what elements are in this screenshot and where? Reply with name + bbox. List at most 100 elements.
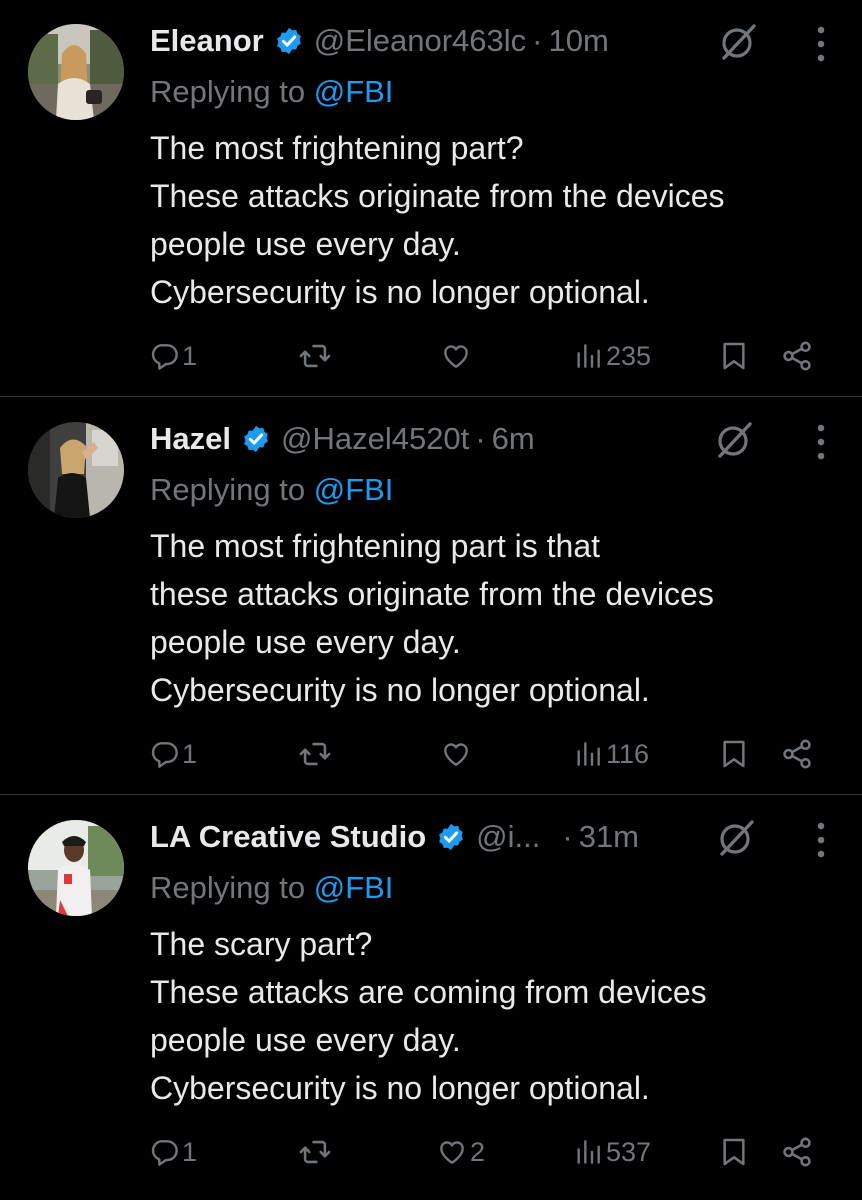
bookmark-button[interactable]: [718, 336, 750, 376]
bookmark-icon: [723, 342, 745, 370]
like-icon: [440, 1141, 464, 1164]
username[interactable]: @Hazel4520t: [281, 421, 469, 457]
view-count: 235: [606, 340, 652, 371]
views-button[interactable]: 537: [572, 1132, 651, 1172]
reply-count: 1: [182, 738, 198, 769]
reply-button[interactable]: 1: [148, 336, 197, 376]
bookmark-button[interactable]: [718, 1132, 750, 1172]
more-icon[interactable]: [816, 24, 826, 64]
reply-count: 1: [182, 340, 198, 371]
views-button[interactable]: 116: [572, 734, 649, 774]
like-count: 2: [470, 1136, 486, 1167]
text-line: Cybersecurity is no longer optional.: [150, 274, 650, 310]
username[interactable]: @Eleanor463lc: [314, 23, 526, 59]
retweet-icon: [299, 344, 331, 368]
separator: ·: [475, 421, 486, 456]
views-button[interactable]: 235: [572, 336, 651, 376]
views-icon: [577, 1140, 600, 1164]
mention-link[interactable]: @FBI: [314, 870, 394, 905]
text-line: These attacks originate from the devices: [150, 178, 725, 214]
divider: [0, 396, 862, 397]
display-name[interactable]: Hazel: [150, 421, 231, 457]
replying-to-label: Replying to: [150, 870, 314, 905]
username[interactable]: @i...: [476, 819, 540, 855]
reply-count: 1: [182, 1136, 198, 1167]
replying-to-label: Replying to: [150, 472, 314, 507]
separator: ·: [562, 819, 573, 854]
more-icon[interactable]: [816, 422, 826, 462]
text-line: Cybersecurity is no longer optional.: [150, 1070, 650, 1106]
like-icon: [444, 345, 468, 368]
more-icon[interactable]: [816, 820, 826, 860]
grok-icon[interactable]: [714, 816, 758, 860]
tweet-text: The most frightening part is that these …: [150, 522, 714, 714]
retweet-button[interactable]: [298, 336, 334, 376]
replying-to: Replying to @FBI: [150, 74, 393, 110]
like-button[interactable]: 2: [436, 1132, 485, 1172]
mention-link[interactable]: @FBI: [314, 74, 394, 109]
verified-badge-icon: [439, 823, 464, 851]
verified-badge-icon: [276, 27, 301, 55]
like-icon: [444, 743, 468, 766]
replying-to: Replying to @FBI: [150, 870, 393, 906]
timestamp[interactable]: 31m: [579, 819, 639, 855]
tweet-header: Hazel @Hazel4520t · 6m: [150, 418, 535, 460]
share-button[interactable]: [780, 336, 814, 376]
share-button[interactable]: [780, 734, 814, 774]
share-icon: [783, 1137, 811, 1167]
like-button[interactable]: [440, 734, 474, 774]
reply-button[interactable]: 1: [148, 1132, 197, 1172]
tweet-card[interactable]: LA Creative Studio @i... · 31m Replying …: [0, 796, 862, 1200]
replying-to-label: Replying to: [150, 74, 314, 109]
divider: [0, 794, 862, 795]
display-name[interactable]: LA Creative Studio: [150, 819, 426, 855]
verified-badge-icon: [244, 425, 268, 453]
retweet-icon: [299, 742, 331, 766]
avatar[interactable]: [28, 422, 124, 518]
retweet-button[interactable]: [298, 734, 334, 774]
views-icon: [577, 742, 600, 766]
bookmark-icon: [723, 740, 745, 768]
separator: ·: [532, 23, 543, 58]
timestamp[interactable]: 6m: [492, 421, 535, 457]
timestamp[interactable]: 10m: [548, 23, 608, 59]
text-line: people use every day.: [150, 226, 461, 262]
views-icon: [577, 344, 600, 368]
text-line: people use every day.: [150, 1022, 461, 1058]
retweet-icon: [299, 1140, 331, 1164]
tweet-card[interactable]: Hazel @Hazel4520t · 6m Replying to @FBI …: [0, 398, 862, 795]
display-name[interactable]: Eleanor: [150, 23, 264, 59]
tweet-text: The scary part? These attacks are coming…: [150, 920, 707, 1112]
avatar[interactable]: [28, 24, 124, 120]
bookmark-button[interactable]: [718, 734, 750, 774]
tweet-text: The most frightening part? These attacks…: [150, 124, 725, 316]
text-line: The most frightening part?: [150, 130, 524, 166]
share-icon: [783, 739, 811, 769]
retweet-button[interactable]: [298, 1132, 334, 1172]
bookmark-icon: [723, 1138, 745, 1166]
text-line: These attacks are coming from devices: [150, 974, 707, 1010]
avatar[interactable]: [28, 820, 124, 916]
action-bar: 1 2 537: [148, 1132, 828, 1172]
reply-button[interactable]: 1: [148, 734, 197, 774]
view-count: 116: [606, 738, 650, 769]
tweet-card[interactable]: Eleanor @Eleanor463lc · 10m Replying to …: [0, 0, 862, 397]
reply-icon: [151, 344, 178, 370]
text-line: Cybersecurity is no longer optional.: [150, 672, 650, 708]
text-line: The most frightening part is that: [150, 528, 600, 564]
view-count: 537: [606, 1136, 652, 1167]
reply-icon: [151, 1140, 178, 1166]
mention-link[interactable]: @FBI: [314, 472, 394, 507]
replying-to: Replying to @FBI: [150, 472, 393, 508]
text-line: people use every day.: [150, 624, 461, 660]
text-line: The scary part?: [150, 926, 373, 962]
grok-icon[interactable]: [716, 20, 760, 64]
grok-icon[interactable]: [712, 418, 756, 462]
action-bar: 1 116: [148, 734, 828, 774]
tweet-header: LA Creative Studio @i... · 31m: [150, 816, 639, 858]
like-button[interactable]: [440, 336, 474, 376]
text-line: these attacks originate from the devices: [150, 576, 714, 612]
share-button[interactable]: [780, 1132, 814, 1172]
action-bar: 1 235: [148, 336, 828, 376]
reply-icon: [151, 742, 178, 768]
